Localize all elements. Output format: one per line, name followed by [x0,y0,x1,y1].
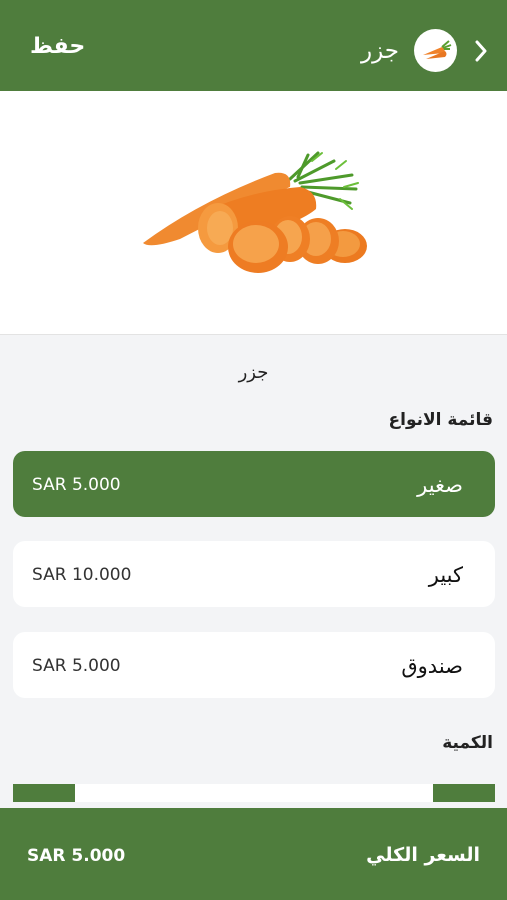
decrease-quantity-button[interactable] [13,784,75,802]
option-name: كبير [428,563,463,587]
type-option-box[interactable]: SAR 5.000 صندوق [13,632,495,698]
option-price: SAR 5.000 [32,656,121,676]
total-price: SAR 5.000 [27,846,126,866]
save-button[interactable]: حفظ [30,34,85,59]
option-name: صندوق [401,654,463,678]
product-image [0,91,507,335]
quantity-stepper [13,784,495,802]
bottom-total-bar: SAR 5.000 السعر الكلي [0,808,507,900]
chevron-right-icon [475,40,487,62]
carrot-icon [414,29,457,72]
total-label: السعر الكلي [366,844,480,866]
back-button[interactable] [474,40,488,66]
type-option-large[interactable]: SAR 10.000 كبير [13,541,495,607]
top-app-bar: حفظ جزر [0,0,507,91]
type-option-small[interactable]: SAR 5.000 صغير [13,451,495,517]
increase-quantity-button[interactable] [433,784,495,802]
page-title: جزر [360,38,399,64]
types-section-title: قائمة الانواع [388,410,494,430]
option-price: SAR 10.000 [32,565,132,585]
carrot-image [143,151,367,273]
quantity-section-title: الكمية [442,733,493,753]
option-name: صغير [417,473,463,497]
option-price: SAR 5.000 [32,475,121,495]
product-name: جزر [238,362,269,383]
